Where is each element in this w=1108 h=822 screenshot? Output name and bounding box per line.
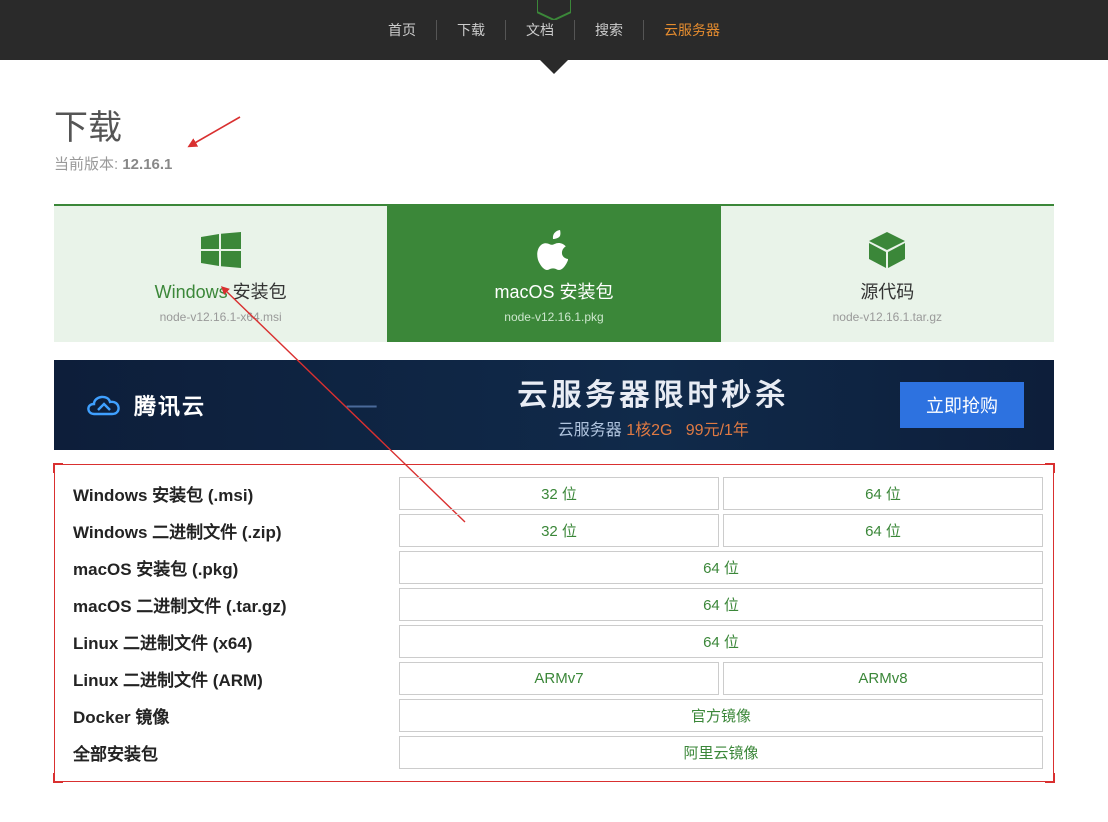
nav-item-docs[interactable]: 文档 (506, 20, 575, 40)
banner-main: 云服务器限时秒杀 云服务器 1核2G 99元/1年 (517, 370, 789, 440)
card-source[interactable]: 源代码 node-v12.16.1.tar.gz (721, 206, 1054, 342)
version-number: 12.16.1 (122, 156, 172, 173)
windows-icon (64, 230, 377, 270)
card-windows[interactable]: Windows 安装包 node-v12.16.1-x64.msi (54, 206, 387, 342)
download-link[interactable]: 64 位 (723, 477, 1043, 510)
row-label: macOS 安装包 (.pkg) (65, 551, 395, 584)
row-label: Linux 二进制文件 (x64) (65, 625, 395, 658)
nav-item-search[interactable]: 搜索 (575, 20, 644, 40)
nav-pointer-icon (540, 60, 568, 74)
download-table: Windows 安装包 (.msi)32 位64 位Windows 二进制文件 … (61, 473, 1047, 773)
card-title-suffix: 安装包 (233, 282, 287, 302)
card-filename: node-v12.16.1-x64.msi (64, 310, 377, 324)
banner-headline-b: 秒杀 (721, 379, 789, 412)
banner-sub-a: 云服务器 (558, 422, 622, 439)
table-row: macOS 二进制文件 (.tar.gz)64 位 (65, 588, 1043, 621)
download-link[interactable]: ARMv7 (399, 662, 719, 695)
card-macos[interactable]: macOS 安装包 node-v12.16.1.pkg (387, 206, 720, 342)
table-row: Windows 二进制文件 (.zip)32 位64 位 (65, 514, 1043, 547)
card-title-suffix: 源代码 (860, 282, 914, 302)
table-row: 全部安装包阿里云镜像 (65, 736, 1043, 769)
card-filename: node-v12.16.1.pkg (397, 310, 710, 324)
table-row: Linux 二进制文件 (ARM)ARMv7ARMv8 (65, 662, 1043, 695)
banner-cta-button[interactable]: 立即抢购 (900, 382, 1024, 428)
download-table-wrap: Windows 安装包 (.msi)32 位64 位Windows 二进制文件 … (54, 464, 1054, 782)
cloud-icon (84, 390, 124, 420)
cube-icon (731, 230, 1044, 270)
table-row: Linux 二进制文件 (x64)64 位 (65, 625, 1043, 658)
card-title-prefix: macOS (494, 282, 559, 302)
card-title-prefix: Windows (155, 282, 233, 302)
row-label: Windows 二进制文件 (.zip) (65, 514, 395, 547)
download-link[interactable]: 32 位 (399, 514, 719, 547)
banner-separator: — (347, 388, 377, 422)
banner-sub-b: 1核2G (626, 422, 672, 439)
download-link[interactable]: 官方镜像 (399, 699, 1043, 732)
download-link[interactable]: ARMv8 (723, 662, 1043, 695)
banner-brand-group: 腾讯云 (84, 389, 206, 421)
card-title: Windows 安装包 (64, 278, 377, 304)
row-label: 全部安装包 (65, 736, 395, 769)
table-row: macOS 安装包 (.pkg)64 位 (65, 551, 1043, 584)
nav-item-home[interactable]: 首页 (368, 20, 437, 40)
download-cards: Windows 安装包 node-v12.16.1-x64.msi macOS … (54, 204, 1054, 342)
nav-item-download[interactable]: 下载 (437, 20, 506, 40)
page-subtitle: 当前版本: 12.16.1 (54, 153, 1054, 174)
row-label: Windows 安装包 (.msi) (65, 477, 395, 510)
apple-icon (397, 230, 710, 270)
card-filename: node-v12.16.1.tar.gz (731, 310, 1044, 324)
nav-item-cloud[interactable]: 云服务器 (644, 20, 740, 40)
page-title: 下载 (54, 100, 1054, 149)
table-row: Docker 镜像官方镜像 (65, 699, 1043, 732)
banner-brand-text: 腾讯云 (134, 389, 206, 421)
download-link[interactable]: 64 位 (399, 588, 1043, 621)
row-label: macOS 二进制文件 (.tar.gz) (65, 588, 395, 621)
download-link[interactable]: 阿里云镜像 (399, 736, 1043, 769)
card-title: 源代码 (731, 278, 1044, 304)
banner-headline-a: 云服务器限时 (517, 379, 721, 412)
logo-hexagon (537, 0, 571, 23)
row-label: Docker 镜像 (65, 699, 395, 732)
version-label: 当前版本: (54, 156, 122, 173)
top-bar: 首页 下载 文档 搜索 云服务器 (0, 0, 1108, 60)
download-link[interactable]: 32 位 (399, 477, 719, 510)
download-link[interactable]: 64 位 (399, 625, 1043, 658)
download-link[interactable]: 64 位 (723, 514, 1043, 547)
table-row: Windows 安装包 (.msi)32 位64 位 (65, 477, 1043, 510)
banner-sub-c: 99元/1年 (686, 422, 749, 439)
download-link[interactable]: 64 位 (399, 551, 1043, 584)
promo-banner[interactable]: 腾讯云 — 云服务器限时秒杀 云服务器 1核2G 99元/1年 立即抢购 (54, 360, 1054, 450)
card-title: macOS 安装包 (397, 278, 710, 304)
row-label: Linux 二进制文件 (ARM) (65, 662, 395, 695)
card-title-suffix: 安装包 (560, 282, 614, 302)
